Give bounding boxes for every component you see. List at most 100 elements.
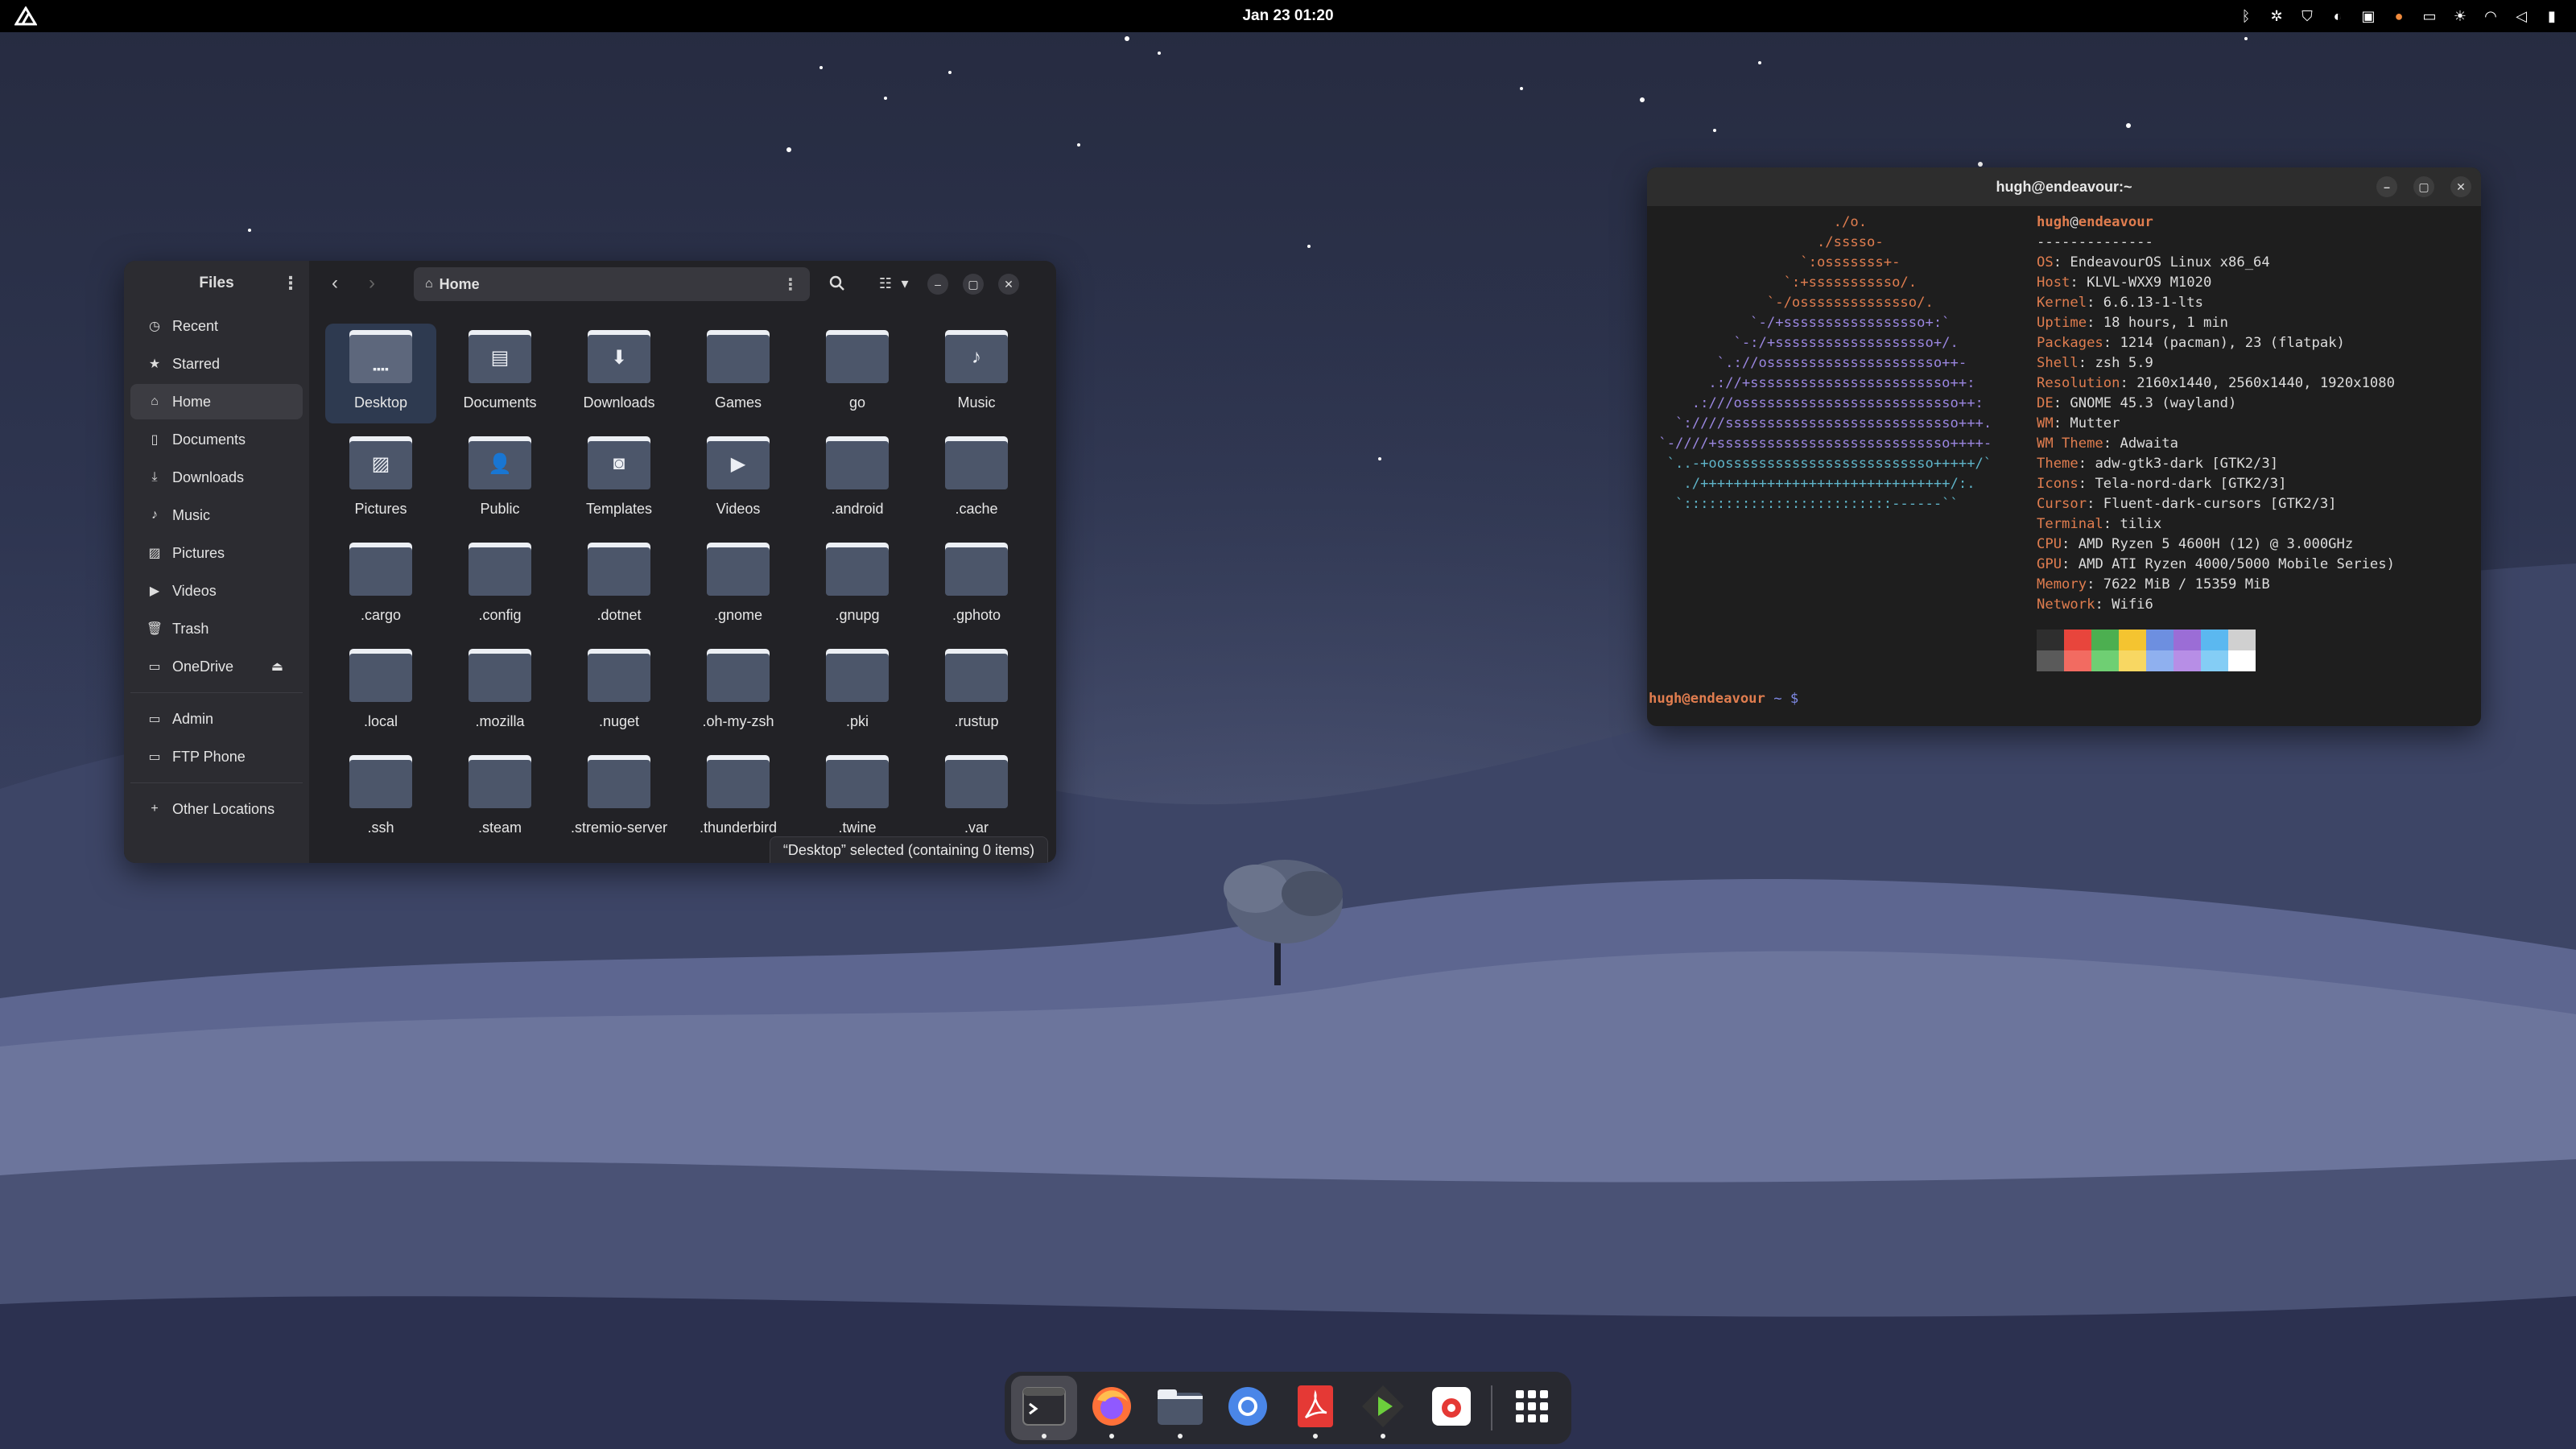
dock-app-pdf[interactable] (1282, 1376, 1348, 1440)
dock-app-files[interactable] (1147, 1376, 1213, 1440)
file-item[interactable]: ♪ Music (921, 324, 1032, 423)
vpn-shield-icon[interactable]: ⛉ (2297, 6, 2317, 26)
file-item[interactable]: ▶ Videos (683, 430, 794, 530)
file-item[interactable]: .dotnet (564, 536, 675, 636)
file-item[interactable]: ⬇ Downloads (564, 324, 675, 423)
terminal-close-button[interactable]: ✕ (2450, 176, 2471, 197)
battery-icon[interactable]: ▮ (2542, 6, 2562, 26)
files-icon (1156, 1386, 1204, 1430)
sidebar-item-ftp-phone[interactable]: ▭ FTP Phone (130, 739, 303, 774)
sidebar-item-admin[interactable]: ▭ Admin (130, 701, 303, 737)
dock-app-store[interactable] (1418, 1376, 1484, 1440)
forward-button[interactable]: › (356, 267, 388, 299)
clock[interactable]: Jan 23 01:20 (1242, 0, 1333, 32)
back-button[interactable]: ‹ (319, 267, 351, 299)
dock-app-firefox[interactable] (1079, 1376, 1145, 1440)
file-item[interactable]: ▨ Pictures (325, 430, 436, 530)
dock-app-tilix[interactable] (1011, 1376, 1078, 1440)
sidebar-item-trash[interactable]: 🗑 Trash (130, 611, 303, 646)
file-item[interactable]: .var (921, 749, 1032, 848)
folder-icon (826, 330, 889, 383)
files-window[interactable]: Files ⋮ ◷ Recent ★ Starred ⌂ Home ▯ Documents ⤓ D… (124, 261, 1056, 863)
file-item[interactable]: .thunderbird (683, 749, 794, 848)
sidebar-item-other-locations[interactable]: + Other Locations (130, 791, 303, 827)
clipboard-icon[interactable]: ▣ (2359, 6, 2378, 26)
terminal-titlebar[interactable]: hugh@endeavour:~ – ▢ ✕ (1647, 167, 2481, 206)
microphone-icon[interactable]: ● (2389, 6, 2409, 26)
sidebar-item-music[interactable]: ♪ Music (130, 497, 303, 533)
file-item[interactable]: 👤 Public (444, 430, 555, 530)
bluetooth-icon[interactable]: ᛒ (2236, 6, 2256, 26)
file-item[interactable]: .pki (802, 642, 913, 742)
sidebar-item-pictures[interactable]: ▨ Pictures (130, 535, 303, 571)
extension-icon[interactable]: ✲ (2267, 6, 2286, 26)
file-item[interactable]: .gnome (683, 536, 794, 636)
sidebar-item-home[interactable]: ⌂ Home (130, 384, 303, 419)
system-tray[interactable]: ᛒ ✲ ⛉ ◐ ▣ ● ▭ ☀ ◠ ◁ ▮ (2236, 6, 2562, 26)
screen-icon[interactable]: ▭ (2420, 6, 2439, 26)
file-item[interactable]: .mozilla (444, 642, 555, 742)
sidebar-item-videos[interactable]: ▶ Videos (130, 573, 303, 609)
file-item[interactable]: .cache (921, 430, 1032, 530)
minimize-button[interactable]: – (927, 274, 948, 295)
file-item[interactable]: Games (683, 324, 794, 423)
palette-swatch (2201, 630, 2228, 650)
file-item[interactable]: .stremio-server (564, 749, 675, 848)
file-item[interactable]: .gphoto (921, 536, 1032, 636)
wifi-icon[interactable]: ◠ (2481, 6, 2500, 26)
sidebar-menu-button[interactable]: ⋮ (282, 274, 299, 293)
path-bar[interactable]: ⌂ Home ⋮ (414, 267, 810, 301)
file-item[interactable]: .gnupg (802, 536, 913, 636)
file-item[interactable]: .config (444, 536, 555, 636)
terminal-maximize-button[interactable]: ▢ (2413, 176, 2434, 197)
file-item[interactable]: .twine (802, 749, 913, 848)
maximize-button[interactable]: ▢ (963, 274, 984, 295)
activities-button[interactable] (10, 0, 42, 32)
view-toggle-button[interactable]: ☷ (873, 270, 898, 296)
terminal-minimize-button[interactable]: – (2376, 176, 2397, 197)
file-item[interactable]: ▤ Documents (444, 324, 555, 423)
status-bar: “Desktop” selected (containing 0 items) (769, 836, 1048, 863)
close-button[interactable]: ✕ (998, 274, 1019, 295)
eject-icon[interactable]: ⏏ (271, 658, 283, 675)
brightness-icon[interactable]: ☀ (2450, 6, 2470, 26)
sidebar-item-downloads[interactable]: ⤓ Downloads (130, 460, 303, 495)
sidebar-item-recent[interactable]: ◷ Recent (130, 308, 303, 344)
person-folder-icon: 👤 (469, 436, 531, 489)
sidebar-item-onedrive[interactable]: ▭ OneDrive ⏏ (130, 649, 303, 684)
folder-icon (469, 755, 531, 808)
palette-swatch (2064, 650, 2091, 671)
file-item[interactable]: .rustup (921, 642, 1032, 742)
palette-swatch (2228, 650, 2256, 671)
folder-icon: ▭ (148, 750, 161, 764)
path-menu-icon[interactable]: ⋮ (782, 275, 799, 295)
sync-icon[interactable]: ◐ (2328, 6, 2347, 26)
sidebar-item-label: Videos (172, 582, 217, 599)
sidebar-item-starred[interactable]: ★ Starred (130, 346, 303, 382)
shell-prompt[interactable]: hugh@endeavour ~ $ (1649, 689, 1798, 709)
dock-app-chromium[interactable] (1215, 1376, 1281, 1440)
file-item[interactable]: .oh-my-zsh (683, 642, 794, 742)
sidebar-item-documents[interactable]: ▯ Documents (130, 422, 303, 457)
file-item[interactable]: ▪▪▪▪ Desktop (325, 324, 436, 423)
sidebar-item-label: Recent (172, 317, 219, 334)
volume-icon[interactable]: ◁ (2512, 6, 2531, 26)
file-item[interactable]: ◙ Templates (564, 430, 675, 530)
search-button[interactable] (824, 270, 850, 296)
terminal-window[interactable]: hugh@endeavour:~ – ▢ ✕ ./o. ./sssso- `:o… (1647, 167, 2481, 726)
file-item[interactable]: .nuget (564, 642, 675, 742)
dock-app-media[interactable] (1350, 1376, 1416, 1440)
file-name: Desktop (353, 394, 408, 411)
dock-app-app-grid[interactable] (1499, 1376, 1565, 1440)
file-item[interactable]: .android (802, 430, 913, 530)
file-item[interactable]: .steam (444, 749, 555, 848)
view-options-button[interactable]: ▾ (897, 270, 913, 296)
file-item[interactable]: .local (325, 642, 436, 742)
folder-icon (945, 543, 1008, 596)
terminal-output[interactable]: ./o. ./sssso- `:osssssss+- `:+ssssssssss… (1647, 206, 2481, 726)
folder-icon (588, 649, 650, 702)
file-item[interactable]: .ssh (325, 749, 436, 848)
folder-icon (469, 649, 531, 702)
file-item[interactable]: .cargo (325, 536, 436, 636)
file-item[interactable]: go (802, 324, 913, 423)
